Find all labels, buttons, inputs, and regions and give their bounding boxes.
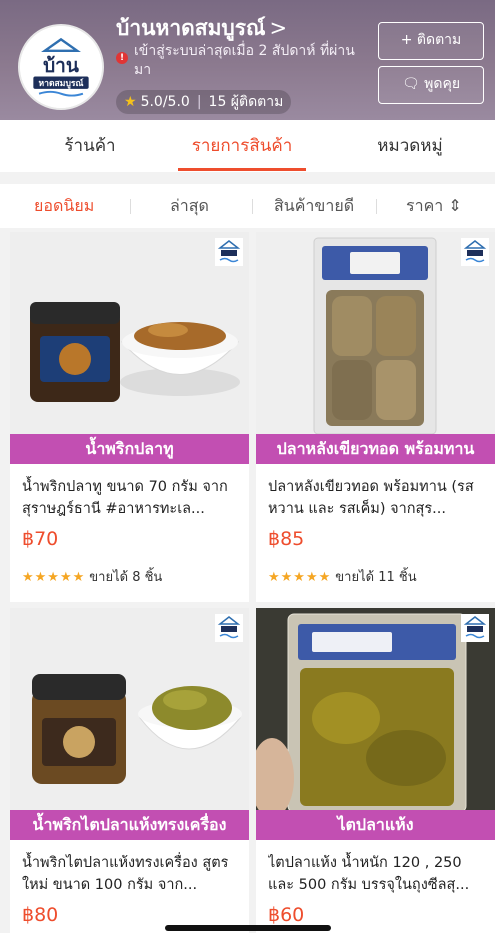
chat-button-label: พูดคุย (424, 76, 461, 92)
chat-bubble-icon: 🗨︎ (401, 76, 420, 92)
chevron-right-icon: > (269, 16, 288, 40)
rating-stars: ★★★★★ ขายได้ 8 ชิ้น (22, 566, 162, 587)
sort-popular[interactable]: ยอดนิยม (34, 184, 94, 228)
home-indicator (165, 925, 331, 931)
product-price: ฿80 (22, 904, 59, 926)
follow-button[interactable]: + ติดตาม (378, 22, 484, 60)
product-card[interactable]: น้ำพริกไตปลาแห้งทรงเครื่อง น้ำพริกไตปลาแ… (10, 608, 249, 933)
product-image (10, 232, 249, 440)
sort-best-selling[interactable]: สินค้าขายดี (274, 184, 354, 228)
svg-text:บ้าน: บ้าน (43, 55, 79, 77)
brand-badge-icon (461, 614, 489, 642)
shop-tabs: ร้านค้า รายการสินค้า หมวดหมู่ (0, 120, 495, 172)
product-card[interactable]: ไตปลาแห้ง ไตปลาแห้ง น้ำหนัก 120 , 250 แล… (256, 608, 495, 933)
product-price: ฿60 (268, 904, 305, 926)
active-tab-indicator (178, 168, 306, 171)
product-banner: ไตปลาแห้ง (256, 810, 495, 840)
last-login-status: เข้าสู่ระบบล่าสุดเมื่อ 2 สัปดาห์ ที่ผ่าน… (134, 43, 355, 78)
sold-count: ขายได้ 8 ชิ้น (89, 570, 163, 585)
shop-name-text: บ้านหาดสมบูรณ์ (116, 16, 266, 40)
product-card[interactable]: น้ำพริกปลาทู น้ำพริกปลาทู ขนาด 70 กรัม จ… (10, 232, 249, 602)
rating-pill: ★ 5.0/5.0 | 15 ผู้ติดตาม (116, 90, 292, 114)
brand-badge-icon (215, 238, 243, 266)
rating-value: 5.0/5.0 (140, 94, 190, 110)
rating-stars: ★★★★★ ขายได้ 11 ชิ้น (268, 566, 417, 587)
sort-divider (252, 199, 253, 214)
sort-bar: ยอดนิยม ล่าสุด สินค้าขายดี ราคา ⇕ (0, 184, 495, 228)
product-image (10, 608, 249, 816)
product-banner: น้ำพริกไตปลาแห้งทรงเครื่อง (10, 810, 249, 840)
alert-icon: ! (116, 52, 128, 64)
shop-header: บ้าน หาดสมบูรณ์ บ้านหาดสมบูรณ์ > ! เข้าสู… (0, 0, 495, 120)
product-title: ไตปลาแห้ง น้ำหนัก 120 , 250 และ 500 กรัม… (268, 855, 470, 893)
product-image (256, 608, 495, 816)
section-divider (0, 172, 495, 184)
sort-price[interactable]: ราคา ⇕ (406, 184, 462, 228)
followers-count: 15 ผู้ติดตาม (208, 94, 284, 110)
sort-divider (376, 199, 377, 214)
brand-badge-icon (215, 614, 243, 642)
tab-products[interactable]: รายการสินค้า (172, 120, 312, 172)
product-image (256, 232, 495, 440)
shop-logo-image: บ้าน หาดสมบูรณ์ (20, 26, 102, 108)
product-price: ฿85 (268, 528, 305, 550)
chat-button[interactable]: 🗨︎ พูดคุย (378, 66, 484, 104)
product-banner: ปลาหลังเขียวทอด พร้อมทาน (256, 434, 495, 464)
product-title: ปลาหลังเขียวทอด พร้อมทาน (รสหวาน และ รสเ… (268, 479, 474, 517)
tab-categories[interactable]: หมวดหมู่ (340, 120, 480, 172)
shop-name[interactable]: บ้านหาดสมบูรณ์ > (116, 12, 287, 45)
brand-badge-icon (461, 238, 489, 266)
product-price: ฿70 (22, 528, 59, 550)
sold-count: ขายได้ 11 ชิ้น (335, 570, 417, 585)
product-title: น้ำพริกปลาทู ขนาด 70 กรัม จากสุราษฎร์ธาน… (22, 479, 228, 517)
sort-divider (130, 199, 131, 214)
divider: | (196, 94, 202, 110)
svg-text:หาดสมบูรณ์: หาดสมบูรณ์ (39, 78, 84, 89)
shop-page: บ้าน หาดสมบูรณ์ บ้านหาดสมบูรณ์ > ! เข้าสู… (0, 0, 495, 933)
product-banner: น้ำพริกปลาทู (10, 434, 249, 464)
tab-shop[interactable]: ร้านค้า (20, 120, 160, 172)
shop-logo[interactable]: บ้าน หาดสมบูรณ์ (18, 24, 104, 110)
star-icons: ★★★★★ (268, 570, 332, 585)
star-icons: ★★★★★ (22, 570, 86, 585)
product-title: น้ำพริกไตปลาแห้งทรงเครื่อง สูตรใหม่ ขนาด… (22, 855, 229, 893)
sort-latest[interactable]: ล่าสุด (170, 184, 209, 228)
star-icon: ★ (124, 94, 137, 110)
product-card[interactable]: ปลาหลังเขียวทอด พร้อมทาน ปลาหลังเขียวทอด… (256, 232, 495, 602)
sort-price-label: ราคา (406, 196, 444, 215)
sort-arrows-icon: ⇕ (448, 196, 462, 215)
